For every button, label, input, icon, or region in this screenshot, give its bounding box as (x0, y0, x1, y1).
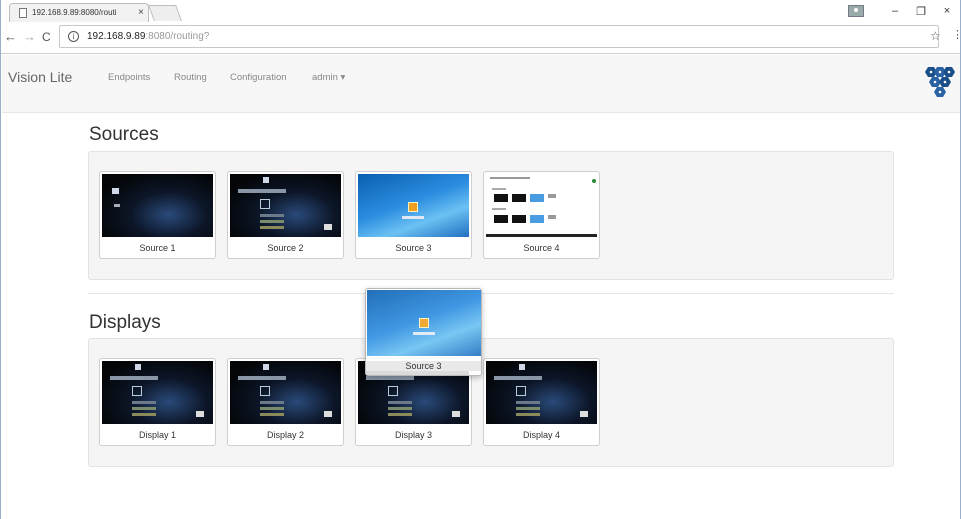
display-card[interactable]: Display 1 (99, 358, 216, 446)
reload-icon[interactable]: C (42, 30, 51, 44)
nav-routing[interactable]: Routing (174, 72, 207, 83)
company-logo-icon (925, 67, 955, 97)
display-card[interactable]: Display 2 (227, 358, 344, 446)
display-card[interactable]: Display 4 (483, 358, 600, 446)
dragged-source-label: Source 3 (366, 361, 481, 371)
tab-title: 192.168.9.89:8080/routi (32, 8, 117, 17)
back-arrow-icon[interactable]: ← (4, 30, 17, 44)
sources-panel: Source 1 Source 2 Source 3 Source 4 (88, 151, 894, 280)
url-text[interactable]: 192.168.9.89:8080/routing? (87, 31, 209, 42)
source-label: Source 3 (395, 243, 432, 253)
source-card[interactable]: Source 1 (99, 171, 216, 259)
display-label: Display 2 (266, 430, 304, 440)
source-thumbnail (230, 174, 341, 237)
display-label: Display 3 (394, 430, 432, 440)
restore-button[interactable]: ❐ (908, 5, 934, 18)
url-host: 192.168.9.89 (87, 31, 146, 42)
sources-heading: Sources (89, 124, 159, 145)
source-label: Source 4 (523, 243, 560, 253)
display-label: Display 4 (522, 430, 560, 440)
app-navbar: Vision Lite Endpoints Routing Configurat… (2, 55, 960, 113)
browser-menu-icon[interactable]: ⋮ (952, 28, 961, 41)
forward-arrow-icon[interactable]: → (23, 30, 36, 44)
dragged-thumbnail (367, 290, 481, 356)
browser-tab[interactable]: 192.168.9.89:8080/routi × (9, 3, 149, 22)
source-thumbnail (358, 174, 469, 237)
source-label: Source 2 (267, 243, 304, 253)
source-thumbnail (486, 174, 597, 237)
close-window-button[interactable]: × (934, 5, 960, 17)
displays-heading: Displays (89, 312, 161, 333)
minimize-button[interactable]: – (882, 5, 908, 17)
url-path: :8080/routing? (145, 31, 210, 42)
source-card[interactable]: Source 4 (483, 171, 600, 259)
browser-toolbar: ← → C i 192.168.9.89:8080/routing? ☆ ⋮ (1, 22, 961, 54)
nav-endpoints[interactable]: Endpoints (108, 72, 150, 83)
source-label: Source 1 (139, 243, 176, 253)
address-bar[interactable]: i 192.168.9.89:8080/routing? (59, 25, 939, 48)
user-profile-icon[interactable] (848, 5, 864, 17)
display-thumbnail (230, 361, 341, 424)
display-thumbnail (102, 361, 213, 424)
source-card[interactable]: Source 3 (355, 171, 472, 259)
source-card[interactable]: Source 2 (227, 171, 344, 259)
brand-title[interactable]: Vision Lite (8, 69, 72, 85)
dragged-source-card[interactable]: Source 3 (365, 288, 482, 376)
bookmark-star-icon[interactable]: ☆ (930, 29, 941, 43)
source-thumbnail (102, 174, 213, 237)
window-controls: – ❐ × (848, 0, 960, 22)
displays-panel: Display 1 Display 2 Display 3 Display 4 (88, 338, 894, 467)
tab-close-icon[interactable]: × (138, 6, 144, 20)
section-divider (88, 293, 894, 294)
info-icon[interactable]: i (68, 31, 79, 42)
nav-admin-dropdown[interactable]: admin ▾ (312, 72, 345, 83)
tab-strip: 192.168.9.89:8080/routi × – ❐ × (1, 0, 960, 22)
new-tab-button[interactable] (148, 5, 182, 21)
display-label: Display 1 (138, 430, 176, 440)
browser-window: 192.168.9.89:8080/routi × – ❐ × ← → C i … (0, 0, 961, 519)
display-thumbnail (486, 361, 597, 424)
nav-configuration[interactable]: Configuration (230, 72, 287, 83)
page-icon (19, 8, 27, 18)
